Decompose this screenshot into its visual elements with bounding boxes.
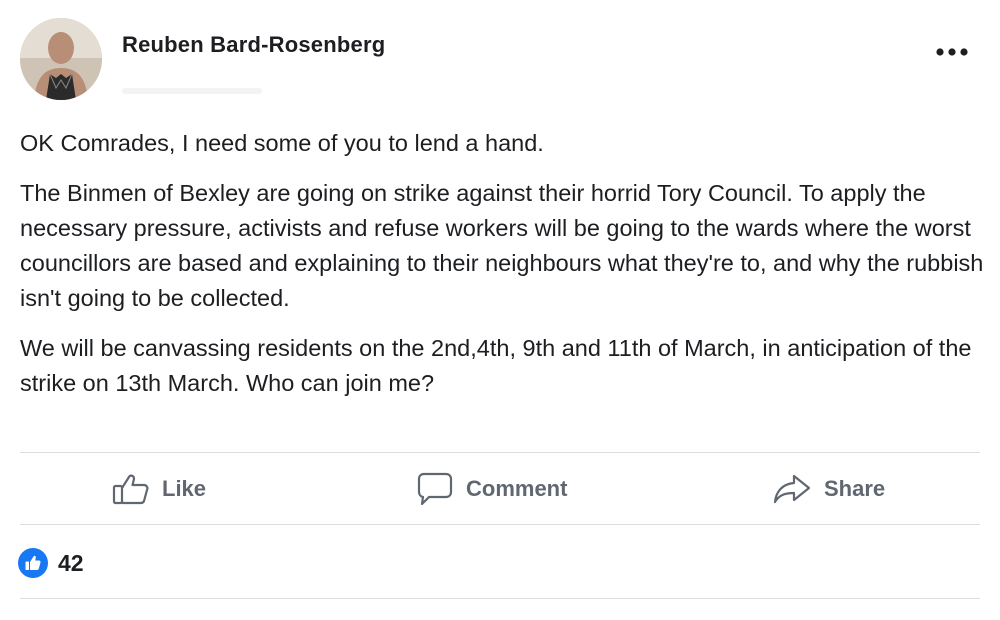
post-paragraph: The Binmen of Bexley are going on strike…: [20, 180, 984, 311]
reactions-summary[interactable]: 42: [18, 546, 84, 580]
post-card: Reuben Bard-Rosenberg OK Comrades, I nee…: [0, 0, 1000, 620]
share-button[interactable]: Share: [772, 460, 885, 518]
avatar[interactable]: [20, 18, 102, 100]
share-arrow-icon: [773, 474, 811, 504]
action-bar: Like Comment Share: [20, 460, 980, 518]
like-label: Like: [162, 476, 207, 501]
comment-label: Comment: [466, 476, 568, 501]
like-reaction-icon: [18, 548, 48, 578]
avatar-image: [20, 18, 102, 100]
comment-button[interactable]: Comment: [416, 460, 567, 518]
comment-bubble-icon: [417, 472, 453, 506]
reactions-bottom-divider: [20, 598, 980, 599]
post-body: OK Comrades, I need some of you to lend …: [20, 126, 986, 416]
actions-bottom-divider: [20, 524, 980, 525]
thumbs-up-icon: [112, 474, 149, 505]
like-button[interactable]: Like: [112, 460, 206, 518]
post-paragraph: We will be canvassing residents on the 2…: [20, 335, 972, 396]
actions-top-divider: [20, 452, 980, 453]
like-reaction-glyph: [25, 555, 41, 570]
post-header: Reuben Bard-Rosenberg: [20, 18, 980, 102]
share-label: Share: [824, 476, 886, 501]
like-count: 42: [58, 549, 84, 576]
timestamp-placeholder: [122, 88, 262, 94]
more-options-icon: [936, 48, 968, 56]
author-name[interactable]: Reuben Bard-Rosenberg: [122, 32, 385, 58]
post-paragraph: OK Comrades, I need some of you to lend …: [20, 130, 544, 156]
more-options-button[interactable]: [932, 42, 972, 62]
